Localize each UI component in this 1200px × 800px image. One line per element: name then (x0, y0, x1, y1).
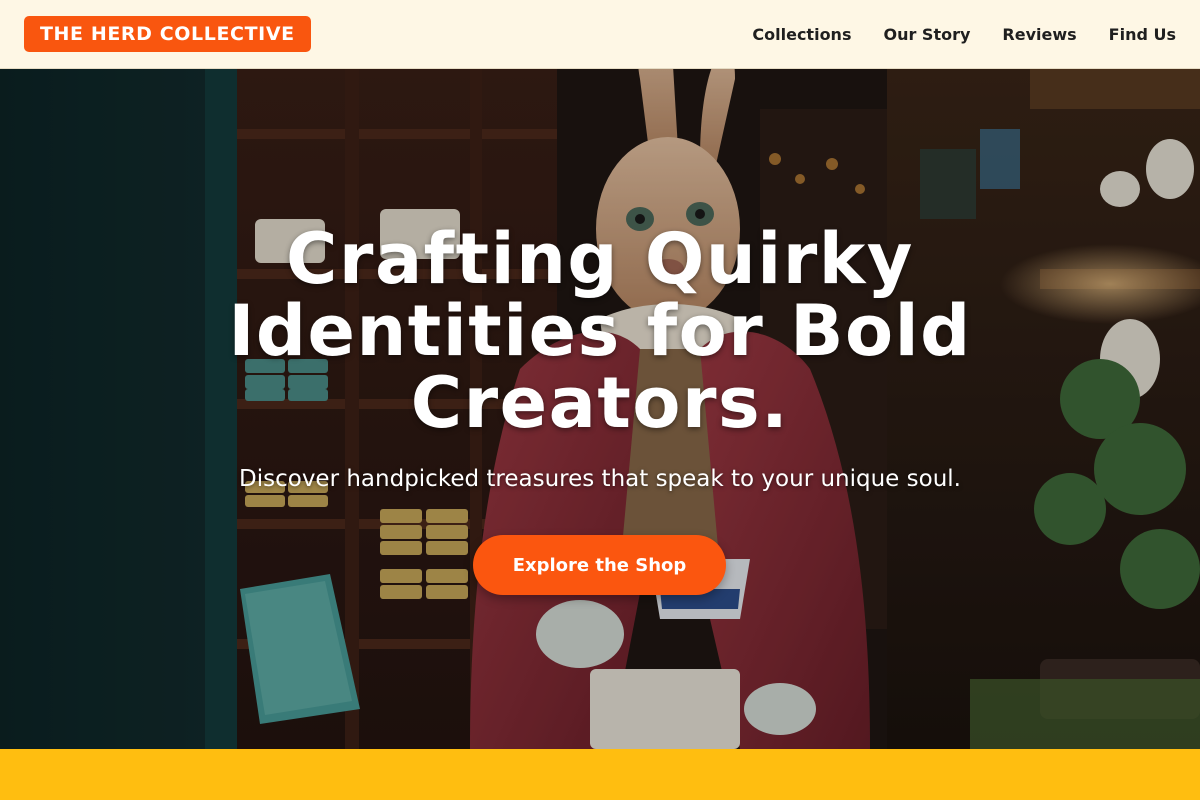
hero-section: Crafting Quirky Identities for Bold Crea… (0, 69, 1200, 749)
nav-link-collections[interactable]: Collections (752, 25, 851, 44)
site-header: THE HERD COLLECTIVE Collections Our Stor… (0, 0, 1200, 69)
nav-link-find-us[interactable]: Find Us (1109, 25, 1176, 44)
nav-link-reviews[interactable]: Reviews (1002, 25, 1076, 44)
brand-logo[interactable]: THE HERD COLLECTIVE (24, 16, 311, 52)
main-nav: Collections Our Story Reviews Find Us (752, 25, 1176, 44)
hero-subtitle: Discover handpicked treasures that speak… (239, 466, 961, 492)
bottom-color-band (0, 749, 1200, 800)
explore-shop-button[interactable]: Explore the Shop (473, 535, 726, 595)
hero-content: Crafting Quirky Identities for Bold Crea… (0, 69, 1200, 749)
nav-link-our-story[interactable]: Our Story (883, 25, 970, 44)
hero-title: Crafting Quirky Identities for Bold Crea… (228, 218, 972, 444)
